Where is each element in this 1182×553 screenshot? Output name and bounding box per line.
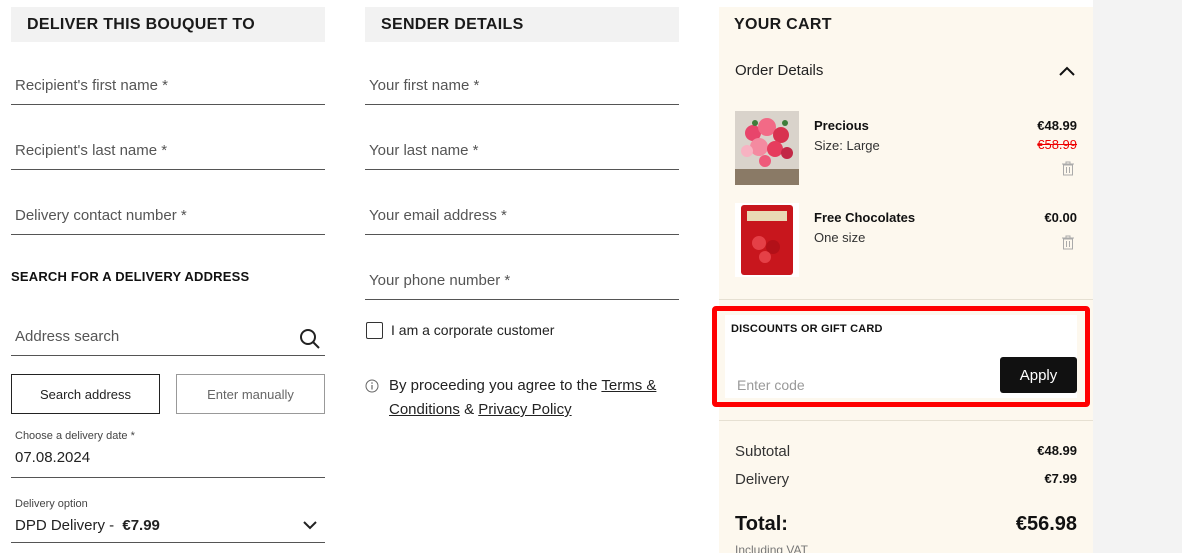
search-icon[interactable] <box>299 328 321 350</box>
total-row: Total: €56.98 <box>735 513 1077 536</box>
vat-note: Including VAT <box>735 543 808 553</box>
delivery-option-price: €7.99 <box>122 517 160 534</box>
legal-and: & <box>464 401 475 418</box>
sender-first-name-input[interactable]: Your first name * <box>365 69 679 105</box>
privacy-policy-link[interactable]: Privacy Policy <box>478 401 571 418</box>
chevron-up-icon[interactable] <box>1059 66 1075 76</box>
search-address-button[interactable]: Search address <box>11 374 160 414</box>
legal-notice: By proceeding you agree to the Terms & C… <box>389 374 679 422</box>
legal-prefix: By proceeding you agree to the <box>389 377 598 394</box>
corporate-customer-label: I am a corporate customer <box>391 322 555 338</box>
apply-button[interactable]: Apply <box>1000 357 1077 393</box>
delivery-value: €7.99 <box>1044 471 1077 486</box>
delivery-date-value[interactable]: 07.08.2024 <box>15 449 90 466</box>
cart-item-price: €0.00 <box>1044 210 1077 225</box>
cart-title: YOUR CART <box>734 16 832 33</box>
cart-item-old-price: €58.99 <box>1037 137 1077 152</box>
sender-section-title: SENDER DETAILS <box>365 7 679 42</box>
recipient-first-name-input[interactable]: Recipient's first name * <box>11 69 325 105</box>
recipient-last-name-input[interactable]: Recipient's last name * <box>11 134 325 170</box>
cart-item: Precious Size: Large €48.99 €58.99 <box>735 111 1077 191</box>
bouquet-image <box>735 111 799 185</box>
sender-section: SENDER DETAILS Your first name * Your la… <box>365 7 679 427</box>
address-search-heading: SEARCH FOR A DELIVERY ADDRESS <box>11 269 250 284</box>
cart-item-name: Precious <box>814 118 869 133</box>
delivery-option-underline <box>11 542 325 543</box>
corporate-customer-checkbox[interactable] <box>366 322 383 339</box>
cart-divider <box>719 299 1093 300</box>
info-icon <box>365 379 379 393</box>
sender-last-name-input[interactable]: Your last name * <box>365 134 679 170</box>
cart-item-size: Size: Large <box>814 138 880 153</box>
cart-section: YOUR CART Order Details Precious Size: L… <box>719 7 1093 553</box>
delivery-contact-number-input[interactable]: Delivery contact number * <box>11 199 325 235</box>
cart-item-price: €48.99 <box>1037 118 1077 133</box>
discount-title: DISCOUNTS OR GIFT CARD <box>731 323 883 335</box>
order-details-toggle[interactable]: Order Details <box>735 62 1077 80</box>
address-search-input[interactable]: Address search <box>11 320 325 356</box>
delivery-section-title: DELIVER THIS BOUQUET TO <box>11 7 325 42</box>
total-label: Total: <box>735 513 788 535</box>
trash-icon[interactable] <box>1061 235 1075 250</box>
subtotal-row: Subtotal €48.99 <box>735 443 1077 460</box>
delivery-date-label: Choose a delivery date * <box>15 430 135 442</box>
delivery-label: Delivery <box>735 471 790 488</box>
discount-section: DISCOUNTS OR GIFT CARD Enter code Apply <box>712 306 1090 407</box>
subtotal-label: Subtotal <box>735 443 791 460</box>
delivery-option-select[interactable]: DPD Delivery - €7.99 <box>15 517 160 534</box>
address-search-placeholder: Address search <box>15 328 120 345</box>
cart-item: Free Chocolates One size €0.00 <box>735 203 1077 283</box>
delivery-row: Delivery €7.99 <box>735 471 1077 488</box>
cart-item-name: Free Chocolates <box>814 210 916 225</box>
cart-item-size: One size <box>814 230 866 245</box>
chocolates-image <box>735 203 799 277</box>
sender-phone-input[interactable]: Your phone number * <box>365 264 679 300</box>
discount-code-input[interactable]: Enter code <box>737 377 805 393</box>
total-value: €56.98 <box>1015 513 1077 535</box>
page-gutter <box>1093 0 1182 553</box>
chevron-down-icon[interactable] <box>303 520 317 530</box>
delivery-option-name: DPD Delivery - <box>15 517 115 534</box>
order-details-label: Order Details <box>735 62 824 79</box>
enter-manually-button[interactable]: Enter manually <box>176 374 325 414</box>
subtotal-value: €48.99 <box>1037 443 1077 458</box>
sender-email-input[interactable]: Your email address * <box>365 199 679 235</box>
cart-divider <box>719 420 1093 421</box>
delivery-section: DELIVER THIS BOUQUET TO Recipient's firs… <box>11 7 325 553</box>
trash-icon[interactable] <box>1061 161 1075 176</box>
delivery-option-label: Delivery option <box>15 498 88 510</box>
delivery-date-underline <box>11 477 325 478</box>
